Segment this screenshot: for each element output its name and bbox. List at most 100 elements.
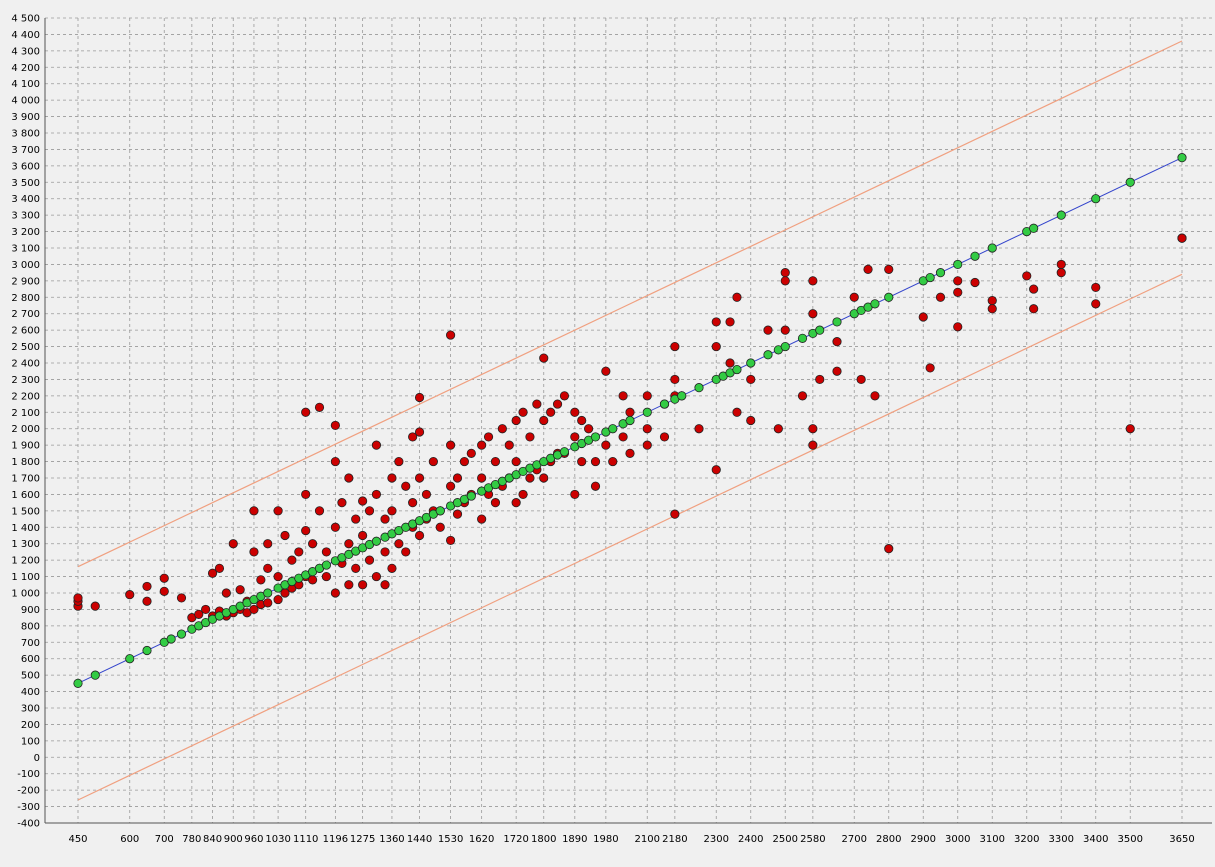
observed-point: [504, 440, 514, 450]
observed-point: [815, 374, 825, 385]
observed-point: [387, 506, 397, 516]
x-tick-label: 1890: [562, 834, 587, 845]
observed-point: [483, 432, 494, 442]
observed-point: [1029, 284, 1039, 294]
observed-point: [1091, 299, 1101, 309]
x-tick-label: 3500: [1118, 834, 1143, 845]
x-tick-label: 1720: [503, 834, 528, 845]
y-tick-label: 3 200: [11, 227, 40, 238]
observed-point: [497, 424, 507, 434]
x-tick-label: 3650: [1169, 834, 1194, 845]
observed-point: [732, 292, 742, 302]
y-tick-label: 2 000: [11, 424, 40, 435]
observed-point: [863, 264, 873, 274]
observed-point: [414, 530, 425, 541]
x-tick-label: 3000: [945, 834, 970, 845]
observed-point: [330, 420, 340, 431]
observed-point: [256, 575, 266, 585]
observed-point: [263, 539, 273, 549]
observed-point: [414, 392, 425, 403]
observed-point: [421, 489, 432, 500]
predicted-point: [815, 325, 825, 335]
observed-point: [364, 555, 375, 565]
observed-point: [1091, 282, 1101, 293]
observed-point: [539, 353, 549, 363]
observed-point: [808, 424, 818, 434]
observed-point: [987, 295, 997, 306]
x-tick-label: 900: [224, 834, 243, 845]
x-tick-label: 600: [120, 834, 139, 845]
predicted-point: [125, 654, 135, 664]
y-tick-label: 3 600: [11, 161, 40, 172]
observed-point: [797, 391, 808, 401]
observed-point: [763, 325, 773, 335]
observed-point: [344, 539, 354, 549]
observed-point: [925, 363, 935, 373]
observed-point: [808, 276, 818, 286]
predicted-point: [797, 333, 808, 343]
observed-point: [884, 544, 894, 554]
observed-point: [711, 317, 721, 327]
observed-point: [625, 448, 635, 458]
y-tick-label: 3 900: [11, 112, 40, 123]
observed-point: [670, 509, 680, 519]
predicted-point: [1125, 177, 1135, 187]
observed-point: [314, 506, 325, 516]
observed-point: [414, 473, 425, 483]
observed-point: [670, 374, 680, 385]
predicted-point: [763, 350, 773, 360]
observed-point: [301, 489, 311, 500]
predicted-point: [1056, 210, 1066, 220]
observed-point: [1022, 271, 1032, 281]
observed-point: [570, 407, 580, 417]
observed-point: [808, 440, 818, 450]
observed-point: [394, 456, 404, 467]
observed-point: [953, 276, 963, 286]
y-tick-label: 800: [21, 621, 40, 632]
y-tick-label: -300: [17, 802, 40, 813]
observed-point: [953, 322, 963, 332]
observed-point: [711, 465, 721, 475]
observed-point: [445, 330, 456, 340]
predicted-point: [90, 670, 100, 680]
x-tick-label: 1980: [593, 834, 618, 845]
observed-point: [918, 312, 928, 322]
observed-point: [445, 535, 456, 546]
observed-point: [358, 580, 368, 590]
observed-point: [466, 448, 476, 458]
observed-point: [221, 588, 231, 598]
y-tick-label: 4 200: [11, 63, 40, 74]
observed-point: [314, 402, 325, 412]
observed-point: [401, 547, 411, 557]
observed-point: [90, 601, 100, 611]
y-tick-label: 4 100: [11, 79, 40, 90]
predicted-point: [1029, 223, 1039, 233]
x-tick-label: 840: [203, 834, 222, 845]
predicted-point: [559, 447, 570, 457]
observed-point: [539, 473, 549, 483]
x-tick-label: 3100: [980, 834, 1005, 845]
y-tick-label: 1 700: [11, 474, 40, 485]
observed-point: [301, 525, 311, 536]
y-tick-label: 2 900: [11, 276, 40, 287]
predicted-point: [935, 268, 946, 278]
y-tick-label: 2 700: [11, 309, 40, 320]
observed-point: [452, 509, 463, 519]
predicted-point: [435, 506, 445, 516]
y-tick-label: 900: [21, 605, 40, 616]
observed-point: [732, 407, 742, 417]
observed-point: [414, 427, 425, 437]
x-tick-label: 1360: [379, 834, 404, 845]
predicted-point: [73, 678, 83, 688]
observed-point: [1125, 424, 1135, 434]
x-tick-label: 2180: [662, 834, 687, 845]
x-tick-label: 2800: [876, 834, 901, 845]
y-tick-label: 4 400: [11, 30, 40, 41]
observed-point: [725, 317, 735, 327]
x-tick-label: 1440: [407, 834, 432, 845]
predicted-point: [263, 588, 273, 598]
observed-point: [330, 522, 340, 532]
observed-point: [832, 337, 842, 347]
observed-point: [380, 514, 390, 524]
observed-point: [618, 391, 628, 401]
